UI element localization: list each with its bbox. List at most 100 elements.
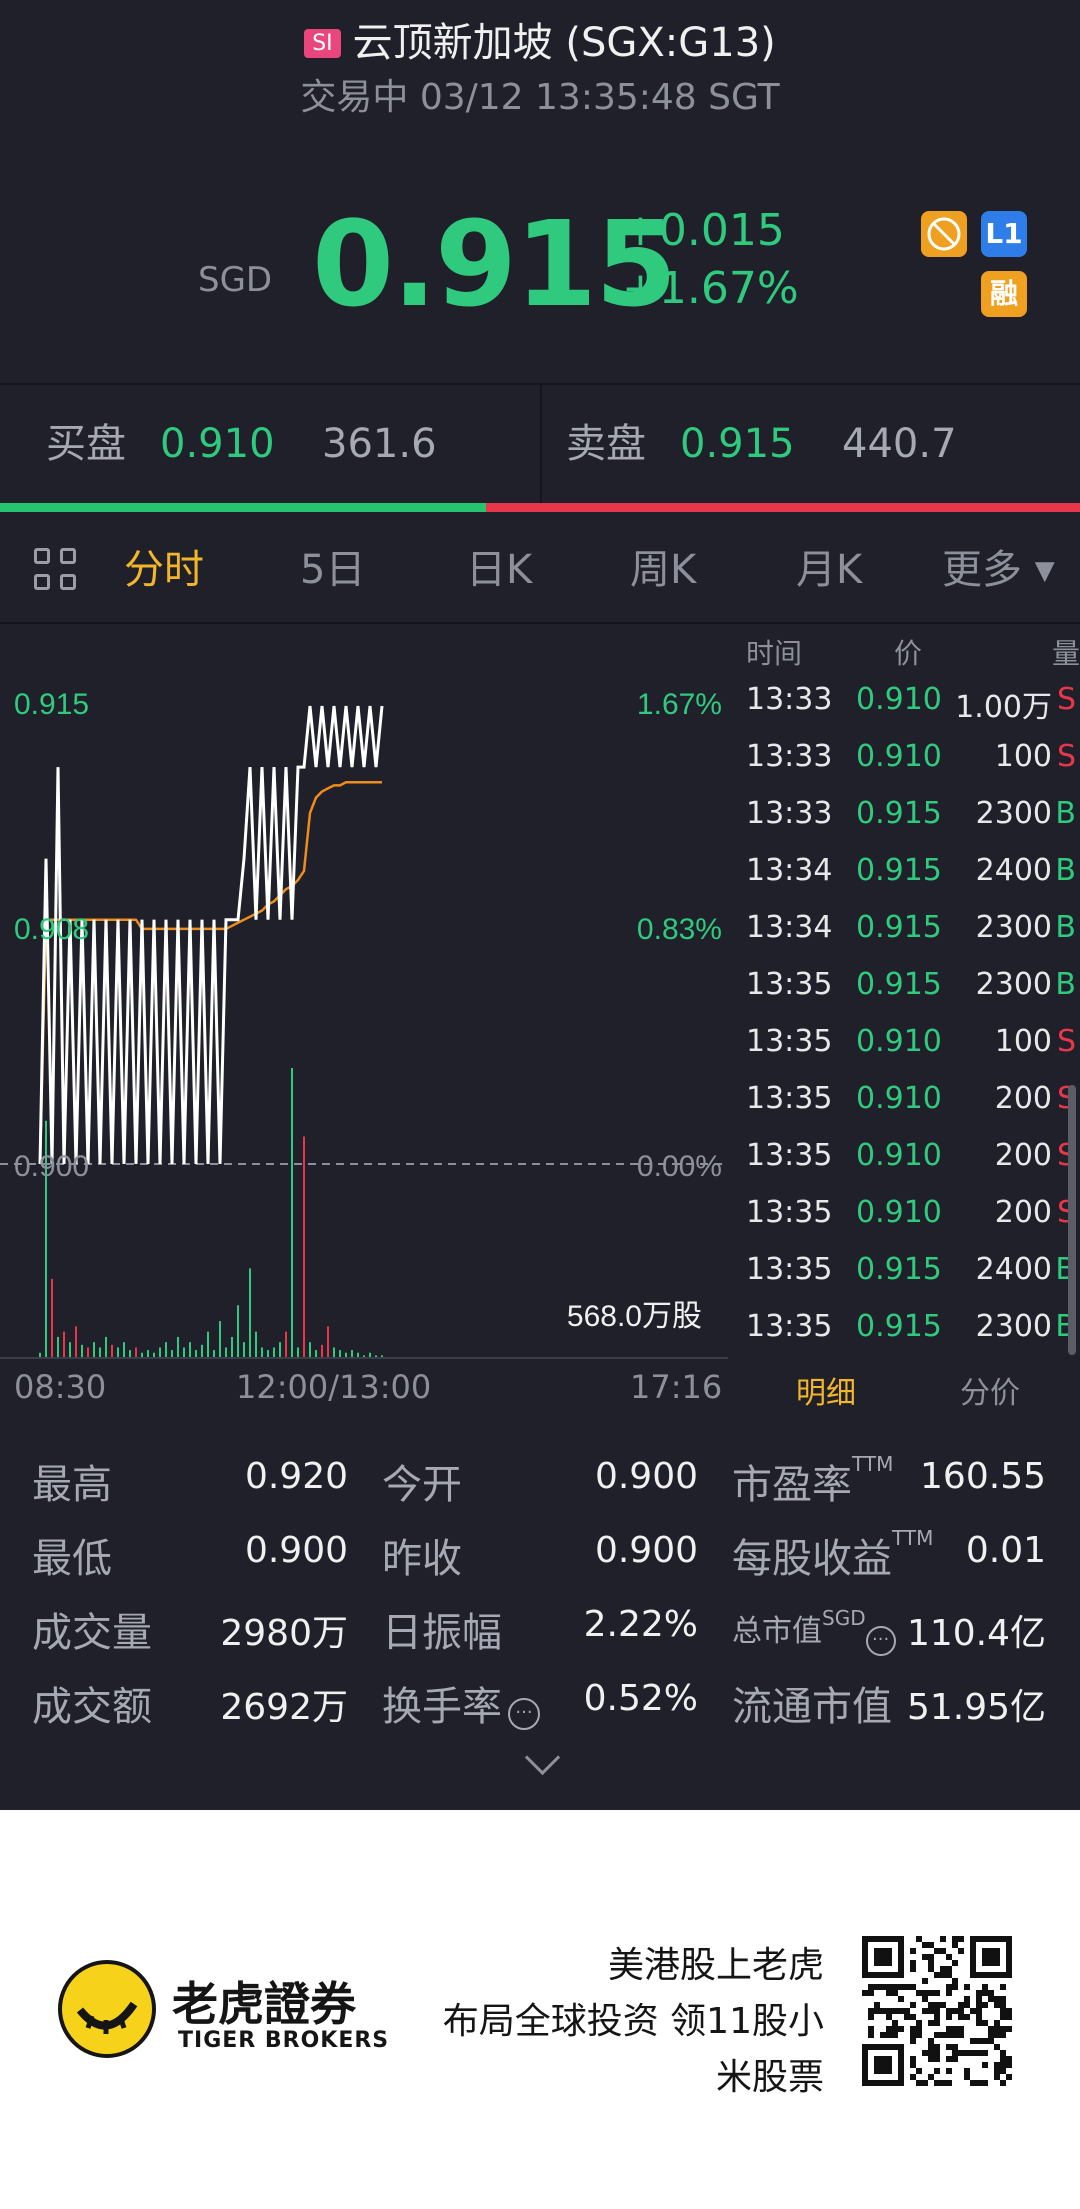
slogan-line-1: 美港股上老虎 <box>607 1945 824 1986</box>
qr-module <box>934 2068 940 2074</box>
qr-module <box>988 2026 994 2032</box>
bid-side[interactable]: 买盘 0.910 361.6 <box>0 385 538 503</box>
slogan-line-2: 布局全球投资 领11股小 <box>442 2001 824 2042</box>
short-sell-restricted-icon[interactable] <box>921 211 967 257</box>
pct-label-mid: 0.83% <box>637 913 722 946</box>
stat-turnover-label[interactable]: 换手率 ··· <box>382 1674 540 1732</box>
trade-time: 13:35 <box>746 1024 833 1059</box>
trade-row: 13:35 0.915 2300 B <box>728 967 1080 1024</box>
tab-5day[interactable]: 5日 <box>300 512 365 622</box>
qr-module <box>994 2020 1000 2026</box>
brand-name-en: TIGER BROKERS <box>178 2028 390 2053</box>
qr-module <box>916 2026 922 2032</box>
qr-module <box>922 1942 928 1948</box>
qr-module <box>868 2032 874 2038</box>
trade-row: 13:33 0.910 1.00万 S <box>728 682 1080 739</box>
qr-module <box>964 2002 970 2008</box>
qr-module <box>868 2026 874 2032</box>
trade-time: 13:34 <box>746 910 833 945</box>
bid-ask-panel[interactable]: 买盘 0.910 361.6 卖盘 0.915 440.7 <box>0 385 1080 503</box>
qr-module <box>982 2020 988 2026</box>
trade-time: 13:34 <box>746 853 833 888</box>
qr-module <box>988 1996 994 2002</box>
qr-module <box>880 1984 886 1990</box>
qr-module <box>910 2032 916 2038</box>
tab-monthly-k[interactable]: 月K <box>796 512 862 622</box>
chart-period-tabs: 分时 5日 日K 周K 月K 更多 ▼ <box>0 512 1080 624</box>
trade-volume: 2300 <box>975 796 1052 831</box>
qr-module <box>1000 2080 1006 2086</box>
margin-icon[interactable]: 融 <box>981 271 1027 317</box>
trade-row: 13:34 0.915 2400 B <box>728 853 1080 910</box>
qr-module <box>976 2014 982 2020</box>
qr-module <box>934 2056 940 2062</box>
level1-icon[interactable]: L1 <box>981 211 1027 257</box>
trade-ticker[interactable]: 时间 价 量 13:33 0.910 1.00万 S 13:33 0.910 100 S 13:… <box>728 624 1080 1364</box>
trade-price: 0.910 <box>856 1195 942 1230</box>
qr-module <box>880 2008 886 2014</box>
qr-module <box>940 1936 946 1942</box>
tab-detail[interactable]: 明细 <box>796 1368 856 1412</box>
qr-module <box>904 2014 910 2020</box>
qr-module <box>910 1960 916 1966</box>
qr-module <box>928 1990 934 1996</box>
info-icon[interactable]: ··· <box>865 1626 896 1656</box>
qr-module <box>982 2062 988 2068</box>
trade-side: B <box>1055 796 1076 831</box>
trades-scrollbar[interactable] <box>1068 1085 1076 1355</box>
qr-module <box>886 2032 892 2038</box>
stat-eps-label[interactable]: 每股收益TTM <box>732 1526 933 1584</box>
info-icon[interactable]: ··· <box>508 1698 540 1730</box>
qr-module <box>928 1966 934 1972</box>
qr-module <box>898 2008 904 2014</box>
qr-module <box>958 2026 964 2032</box>
stat-pe-label[interactable]: 市盈率TTM <box>732 1452 893 1510</box>
slogan-line-3: 米股票 <box>715 2057 824 2098</box>
ask-quantity: 440.7 <box>842 421 957 467</box>
qr-module <box>1000 2002 1006 2008</box>
trade-volume: 100 <box>994 1024 1052 1059</box>
grid-layout-icon[interactable] <box>34 548 80 594</box>
stat-low-value: 0.900 <box>244 1530 348 1571</box>
qr-module <box>892 1984 898 1990</box>
qr-module <box>922 2008 928 2014</box>
qr-module <box>994 2044 1000 2050</box>
share-footer: 老虎證券 TIGER BROKERS 美港股上老虎 布局全球投资 领11股小 米… <box>0 1810 1080 2209</box>
quote-header: SI 云顶新加坡 (SGX:G13) 交易中 03/12 13:35:48 SGT… <box>0 0 1080 383</box>
qr-module <box>1000 2056 1006 2062</box>
trade-volume: 2400 <box>975 853 1052 888</box>
qr-module <box>910 1984 916 1990</box>
trade-volume: 200 <box>994 1195 1052 1230</box>
tab-more[interactable]: 更多 ▼ <box>942 512 1055 622</box>
tab-weekly-k[interactable]: 周K <box>630 512 696 622</box>
qr-module <box>982 1948 1000 1966</box>
ask-side[interactable]: 卖盘 0.915 440.7 <box>540 385 1080 503</box>
trade-price: 0.915 <box>856 853 942 888</box>
qr-module <box>976 2050 982 2056</box>
last-price: 0.915 <box>312 195 677 333</box>
qr-module <box>928 2020 934 2026</box>
trade-row: 13:33 0.915 2300 B <box>728 796 1080 853</box>
tab-more-label: 更多 <box>942 547 1022 593</box>
y-label-high: 0.915 <box>14 688 89 721</box>
qr-module <box>934 2050 940 2056</box>
pct-label-high: 1.67% <box>637 688 722 721</box>
stat-high-value: 0.920 <box>244 1456 348 1497</box>
volume-label: 568.0万股 <box>567 1300 702 1333</box>
qr-module <box>952 2008 958 2014</box>
stat-mcap-label[interactable]: 总市值SGD··· <box>732 1606 896 1656</box>
trade-side: B <box>1055 967 1076 1002</box>
qr-module <box>922 2080 928 2086</box>
intraday-chart[interactable]: 0.915 0.908 0.900 1.67% 0.83% 0.00% 568.… <box>0 624 728 1368</box>
qr-module <box>946 1990 952 1996</box>
stat-low-label: 最低 <box>32 1536 112 1582</box>
qr-module <box>952 1984 958 1990</box>
qr-module <box>1000 2014 1006 2020</box>
tab-price-distribution[interactable]: 分价 <box>960 1368 1020 1412</box>
tab-daily-k[interactable]: 日K <box>466 512 532 622</box>
stat-prev-label: 昨收 <box>382 1536 462 1582</box>
qr-module <box>886 2014 892 2020</box>
qr-module <box>952 1936 958 1942</box>
tab-intraday[interactable]: 分时 <box>124 512 204 622</box>
qr-module <box>898 1996 904 2002</box>
